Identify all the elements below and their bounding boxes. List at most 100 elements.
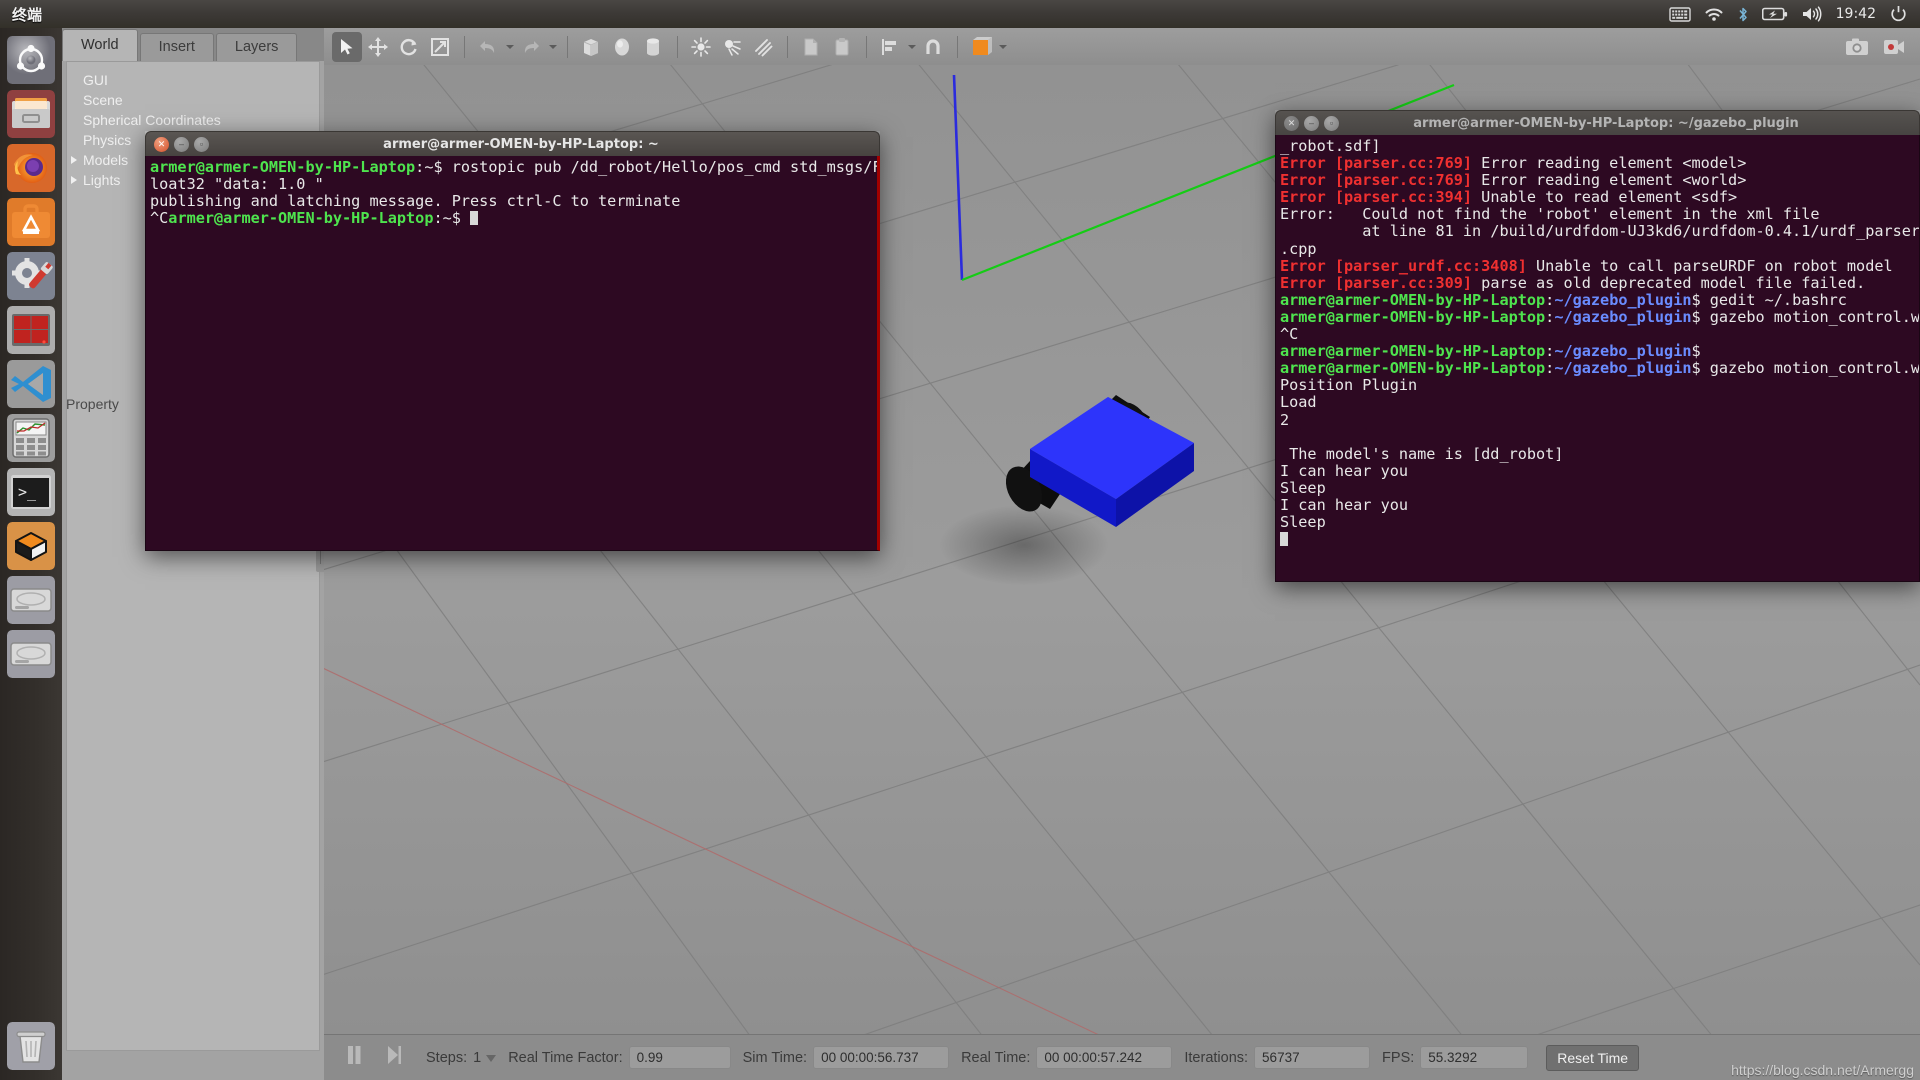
view-angle-tool[interactable] (966, 32, 996, 62)
tab-world[interactable]: World (62, 29, 138, 61)
screenshot-icon[interactable] (1842, 32, 1872, 62)
minimize-icon[interactable]: – (174, 136, 189, 152)
pycharm-icon[interactable] (7, 306, 55, 354)
calculator-icon[interactable] (7, 414, 55, 462)
drive-icon[interactable] (7, 576, 55, 624)
trash-icon[interactable] (7, 1022, 55, 1070)
files-icon[interactable] (7, 90, 55, 138)
terminal-left-titlebar[interactable]: ✕ – ▫ armer@armer-OMEN-by-HP-Laptop: ~ (145, 131, 880, 156)
tab-insert[interactable]: Insert (139, 33, 214, 61)
ubuntu-dash-icon[interactable] (7, 36, 55, 84)
software-center-icon[interactable] (7, 198, 55, 246)
terminal-text: The model's name is [dd_robot] (1280, 444, 1564, 463)
terminal-right-titlebar[interactable]: ✕ – ▫ armer@armer-OMEN-by-HP-Laptop: ~/g… (1275, 110, 1920, 135)
terminal-text: Unable to call parseURDF on robot model (1526, 256, 1893, 275)
terminal-window-left[interactable]: ✕ – ▫ armer@armer-OMEN-by-HP-Laptop: ~ a… (145, 131, 880, 551)
insert-sphere-tool[interactable] (607, 32, 637, 62)
undo-dropdown-arrow[interactable] (504, 45, 516, 49)
real-time-label: Real Time: (961, 1049, 1031, 1066)
steps-value[interactable]: 1 (473, 1050, 481, 1066)
sim-time-label: Sim Time: (742, 1049, 808, 1066)
terminal-right-title: armer@armer-OMEN-by-HP-Laptop: ~/gazebo_… (1413, 115, 1799, 131)
terminal-text: publishing and latching message. Press c… (150, 192, 681, 211)
terminal-text: _robot.sdf] (1280, 137, 1381, 155)
tab-layers[interactable]: Layers (215, 33, 298, 61)
redo-dropdown-arrow[interactable] (547, 45, 559, 49)
terminal-icon[interactable]: >_ (7, 468, 55, 516)
pause-icon[interactable] (334, 1045, 374, 1070)
terminal-text: Error reading element <world> (1472, 171, 1747, 190)
copy-tool[interactable] (796, 32, 826, 62)
keyboard-icon[interactable] (1668, 6, 1691, 22)
terminal-text: armer@armer-OMEN-by-HP-Laptop (1280, 342, 1546, 361)
terminal-text: : (1545, 290, 1555, 309)
tree-arrow (69, 113, 83, 127)
align-dropdown-arrow[interactable] (906, 45, 918, 49)
firefox-icon[interactable] (7, 144, 55, 192)
terminal-line: The model's name is [dd_robot] (1280, 444, 1919, 463)
chevron-right-icon[interactable] (69, 173, 83, 187)
toolbar-separator (866, 35, 867, 58)
insert-box-tool[interactable] (576, 32, 606, 62)
terminal-right-output[interactable]: _robot.sdf] Error [parser.cc:769] Error r… (1275, 135, 1920, 582)
gazebo-icon[interactable] (7, 522, 55, 570)
battery-icon[interactable] (1761, 7, 1788, 21)
snap-tool[interactable] (918, 32, 948, 62)
terminal-line: Sleep (1280, 479, 1919, 497)
point-light-tool[interactable] (686, 32, 716, 62)
unity-launcher: >_ (0, 28, 62, 1080)
terminal-window-right[interactable]: ✕ – ▫ armer@armer-OMEN-by-HP-Laptop: ~/g… (1275, 110, 1920, 582)
step-forward-icon[interactable] (374, 1045, 414, 1070)
wifi-icon[interactable] (1704, 6, 1724, 22)
power-gear-icon[interactable] (1889, 5, 1908, 24)
redo-tool[interactable] (516, 32, 546, 62)
undo-tool[interactable] (473, 32, 503, 62)
close-icon[interactable]: ✕ (154, 136, 169, 152)
tree-item-label: Models (83, 152, 129, 168)
terminal-line: armer@armer-OMEN-by-HP-Laptop:~/gazebo_p… (1280, 290, 1919, 309)
terminal-text: Error [parser_urdf.cc:3408] (1280, 256, 1527, 275)
system-settings-icon[interactable] (7, 252, 55, 300)
tree-item-spherical-coordinates[interactable]: Spherical Coordinates (67, 110, 319, 130)
terminal-text: $ gedit ~/.bashrc (1691, 290, 1847, 309)
terminal-text: Error [parser.cc:394] (1280, 188, 1473, 207)
spot-light-tool[interactable] (717, 32, 747, 62)
insert-cylinder-tool[interactable] (638, 32, 668, 62)
terminal-text: :~$ rostopic pub /dd_robot/Hello/pos_cmd… (415, 158, 880, 176)
rotate-mode-tool[interactable] (394, 32, 424, 62)
drive2-icon[interactable] (7, 630, 55, 678)
tree-item-gui[interactable]: GUI (67, 70, 319, 90)
terminal-line: Error [parser.cc:309] parse as old depre… (1280, 273, 1919, 292)
volume-icon[interactable] (1801, 6, 1823, 22)
select-mode-tool[interactable] (332, 31, 362, 62)
svg-text:>_: >_ (18, 483, 37, 501)
bluetooth-icon[interactable] (1737, 6, 1749, 23)
terminal-text: Error [parser.cc:309] (1280, 273, 1473, 292)
view-angle-dropdown-arrow[interactable] (997, 45, 1009, 49)
terminal-text: Position Plugin (1280, 376, 1418, 395)
clock[interactable]: 19:42 (1836, 6, 1876, 22)
chevron-right-icon[interactable] (69, 153, 83, 167)
gazebo-toolbar (324, 28, 1920, 66)
align-tool[interactable] (875, 32, 905, 62)
paste-tool[interactable] (827, 32, 857, 62)
tree-item-scene[interactable]: Scene (67, 90, 319, 110)
minimize-icon[interactable]: – (1304, 115, 1319, 131)
close-icon[interactable]: ✕ (1284, 115, 1299, 131)
scale-mode-tool[interactable] (425, 32, 455, 62)
iterations-label: Iterations: (1184, 1049, 1249, 1066)
terminal-left-output[interactable]: armer@armer-OMEN-by-HP-Laptop:~$ rostopi… (145, 156, 880, 551)
vscode-icon[interactable] (7, 360, 55, 408)
active-app-title[interactable]: 终端 (12, 4, 42, 25)
iterations-value: 56737 (1254, 1046, 1371, 1069)
toolbar-separator (677, 35, 678, 58)
log-record-icon[interactable] (1879, 32, 1909, 62)
tree-item-label: Lights (83, 172, 121, 188)
maximize-icon[interactable]: ▫ (194, 136, 209, 152)
steps-spinner-arrow[interactable] (486, 1049, 497, 1067)
reset-time-button[interactable]: Reset Time (1546, 1044, 1640, 1071)
directional-light-tool[interactable] (748, 32, 778, 62)
translate-mode-tool[interactable] (363, 32, 393, 62)
terminal-text: : (1545, 342, 1555, 361)
maximize-icon[interactable]: ▫ (1324, 115, 1339, 131)
